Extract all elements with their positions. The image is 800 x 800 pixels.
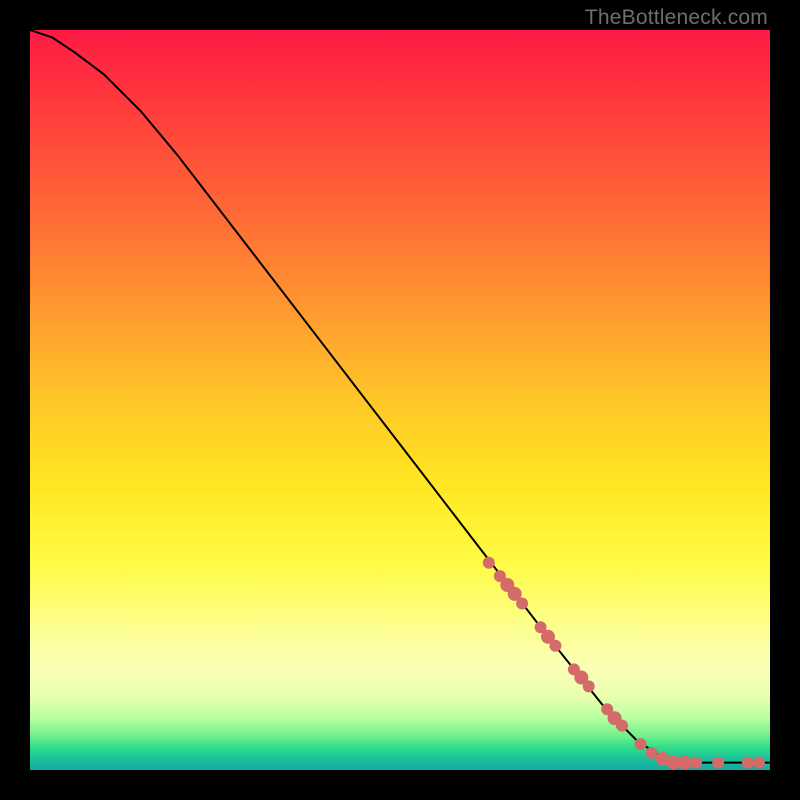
highlight-marker bbox=[690, 757, 702, 769]
highlight-marker bbox=[635, 738, 647, 750]
marker-layer bbox=[483, 557, 765, 770]
highlight-marker bbox=[616, 720, 628, 732]
highlight-marker bbox=[549, 640, 561, 652]
chart-frame: TheBottleneck.com bbox=[0, 0, 800, 800]
highlight-marker bbox=[583, 680, 595, 692]
highlight-marker bbox=[742, 757, 754, 769]
highlight-marker bbox=[712, 757, 724, 769]
highlight-marker bbox=[678, 756, 692, 770]
curve-layer bbox=[30, 30, 770, 763]
curve-line bbox=[30, 30, 770, 763]
watermark-text: TheBottleneck.com bbox=[585, 6, 768, 30]
highlight-marker bbox=[646, 747, 658, 759]
highlight-marker bbox=[753, 757, 765, 769]
chart-overlay bbox=[30, 30, 770, 770]
highlight-marker bbox=[483, 557, 495, 569]
highlight-marker bbox=[516, 598, 528, 610]
